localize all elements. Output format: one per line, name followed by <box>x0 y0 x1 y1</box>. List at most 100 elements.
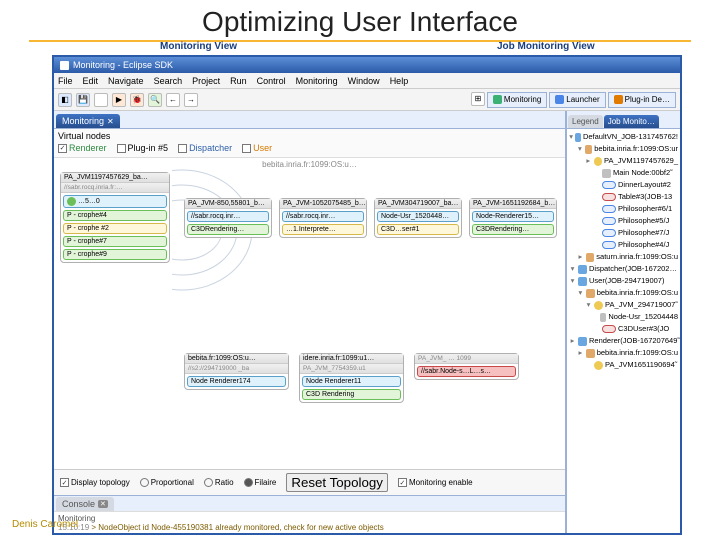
menu-monitoring[interactable]: Monitoring <box>296 76 338 86</box>
host-slot[interactable]: //sabr.Node-s…L…s… <box>417 366 516 377</box>
persp-monitoring[interactable]: Monitoring <box>487 92 547 108</box>
tree-node[interactable]: ▸Renderer(JOB-167207649̃ <box>569 335 678 347</box>
host-slot[interactable]: Node Renderer174 <box>187 376 286 387</box>
console-body: Monitoring 15:10:19 > NodeObject id Node… <box>54 511 565 533</box>
host-box[interactable]: PA_JVM-1651192684_b…Node-Renderer15…C3DR… <box>469 198 557 238</box>
tree-node[interactable]: ▾PA_JVM_294719007̃ <box>569 299 678 311</box>
tree-twisty-icon[interactable]: ▸ <box>585 155 592 167</box>
menu-edit[interactable]: Edit <box>83 76 99 86</box>
checkbox-icon <box>117 144 126 153</box>
menu-control[interactable]: Control <box>257 76 286 86</box>
host-slot[interactable]: C3D…ser#1 <box>377 224 459 235</box>
tree-twisty-icon[interactable]: ▾ <box>569 263 576 275</box>
tree-node[interactable]: Table#3(JOB-13 <box>569 191 678 203</box>
tree-node[interactable]: ▾User(JOB-294719007) <box>569 275 678 287</box>
tree-twisty-icon[interactable]: ▸ <box>569 335 576 347</box>
tree-twisty-icon[interactable]: ▾ <box>577 287 584 299</box>
tree-label: C3DUser#3(JO <box>618 323 669 335</box>
tree-node[interactable]: ▾Dispatcher(JOB-167202… <box>569 263 678 275</box>
tree-twisty-icon[interactable]: ▸ <box>577 347 584 359</box>
job-tree[interactable]: ▾DefaultVN_JOB-131745762!▾bebita.inria.f… <box>567 129 680 533</box>
tree-node[interactable]: Philosophe#5/J <box>569 215 678 227</box>
left-view-tabs: Monitoring ✕ <box>54 111 565 129</box>
console-close-icon[interactable]: ✕ <box>98 500 108 508</box>
menu-window[interactable]: Window <box>348 76 380 86</box>
menu-navigate[interactable]: Navigate <box>108 76 144 86</box>
tool-save-icon[interactable]: 💾 <box>76 93 90 107</box>
menu-help[interactable]: Help <box>390 76 409 86</box>
tab-monitoring[interactable]: Monitoring ✕ <box>56 114 120 128</box>
tree-twisty-icon[interactable]: ▾ <box>569 275 576 287</box>
host-slot[interactable]: P - crophe#7 <box>63 236 167 247</box>
tool-debug-icon[interactable]: 🐞 <box>130 93 144 107</box>
tree-node[interactable]: Philosophe#7/J <box>569 227 678 239</box>
radio-ratio[interactable]: Ratio <box>204 478 234 487</box>
tree-node[interactable]: ▸bebita.inria.fr:1099:OS:u <box>569 347 678 359</box>
host-slot[interactable]: P - crophe#4 <box>63 210 167 221</box>
tree-node[interactable]: ▾bebita.inria.fr:1099:OS:u <box>569 287 678 299</box>
tree-node[interactable]: Philosopher#6/1 <box>569 203 678 215</box>
check-renderer[interactable]: Renderer <box>58 143 107 153</box>
radio-proportional[interactable]: Proportional <box>140 478 194 487</box>
persp-launcher[interactable]: Launcher <box>549 92 605 108</box>
close-icon[interactable]: ✕ <box>107 117 114 126</box>
tree-node[interactable]: C3DUser#3(JO <box>569 323 678 335</box>
tree-twisty-icon[interactable]: ▾ <box>577 143 583 155</box>
persp-plugin[interactable]: Plug-in De… <box>608 92 676 108</box>
host-box[interactable]: PA_JVM-850,55801_b…//sabr.rocq.inr…C3DRe… <box>184 198 272 238</box>
titlebar[interactable]: Monitoring - Eclipse SDK <box>54 57 680 73</box>
host-box[interactable]: PA_JVM-1052075485_b…//sabr.rocq.inr……1.I… <box>279 198 367 238</box>
tab-console[interactable]: Console ✕ <box>56 497 114 511</box>
tree-node[interactable]: ▾DefaultVN_JOB-131745762! <box>569 131 678 143</box>
check-user[interactable]: User <box>242 143 272 153</box>
host-box[interactable]: PA_JVM_ … 1099//sabr.Node-s…L…s… <box>414 353 519 380</box>
tree-node[interactable]: Node-Usr_15204448 <box>569 311 678 323</box>
host-slot[interactable]: Node-Usr_1520448… <box>377 211 459 222</box>
tree-node[interactable]: ▸PA_JVM1197457629_ <box>569 155 678 167</box>
tool-nav-fwd-icon[interactable]: → <box>184 93 198 107</box>
tree-node[interactable]: PA_JVM1651190694̃ <box>569 359 678 371</box>
check-plugin5[interactable]: Plug-in #5 <box>117 143 169 153</box>
tree-node[interactable]: DinnerLayout#2 <box>569 179 678 191</box>
check-dispatcher[interactable]: Dispatcher <box>178 143 232 153</box>
check-monitoring-enable[interactable]: Monitoring enable <box>398 478 473 487</box>
tool-nav-back-icon[interactable]: ← <box>166 93 180 107</box>
tool-search-icon[interactable]: 🔍 <box>148 93 162 107</box>
tree-twisty-icon[interactable]: ▾ <box>569 131 573 143</box>
host-slot[interactable]: P - crophe #2 <box>63 223 167 234</box>
tab-legend[interactable]: Legend <box>568 115 603 128</box>
host-box[interactable]: idere.inria.fr:1099:u1…PA_JVM_7754359.u1… <box>299 353 404 403</box>
host-slot[interactable]: P - crophe#9 <box>63 249 167 260</box>
tree-node[interactable]: Philosophe#4/J <box>569 239 678 251</box>
menu-run[interactable]: Run <box>230 76 247 86</box>
tree-node[interactable]: ▾bebita.inria.fr:1099:OS:ur <box>569 143 678 155</box>
host-slot[interactable]: Node-Renderer15… <box>472 211 554 222</box>
menu-project[interactable]: Project <box>192 76 220 86</box>
radio-filaire[interactable]: Filaire <box>244 478 277 487</box>
tool-run-icon[interactable]: ▶ <box>112 93 126 107</box>
host-box[interactable]: PA_JVM304719007_ba…Node-Usr_1520448…C3D…… <box>374 198 462 238</box>
host-slot[interactable]: …5…0 <box>63 195 167 208</box>
check-display-topology[interactable]: Display topology <box>60 478 130 487</box>
persp-monitoring-label: Monitoring <box>504 95 541 104</box>
menu-file[interactable]: File <box>58 76 73 86</box>
host-slot[interactable]: //sabr.rocq.inr… <box>282 211 364 222</box>
host-box-main[interactable]: PA_JVM1197457629_ba… //sabr.rocq.inria.f… <box>60 172 170 263</box>
host-slot[interactable]: //sabr.rocq.inr… <box>187 211 269 222</box>
host-slot[interactable]: C3DRendering… <box>472 224 554 235</box>
tree-twisty-icon[interactable]: ▾ <box>585 299 592 311</box>
tree-node[interactable]: Main Node:00bf2̃ <box>569 167 678 179</box>
topology-canvas[interactable]: bebita.inria.fr:1099:OS:u… PA_JVM1197457… <box>54 158 565 469</box>
host-slot[interactable]: Node Renderer11 <box>302 376 401 387</box>
tool-new-icon[interactable]: ◧ <box>58 93 72 107</box>
tree-twisty-icon[interactable]: ▸ <box>577 251 584 263</box>
host-slot[interactable]: C3D Rendering <box>302 389 401 400</box>
menu-search[interactable]: Search <box>154 76 183 86</box>
tab-job-monitoring[interactable]: Job Monito… <box>604 115 659 128</box>
host-slot[interactable]: C3DRendering… <box>187 224 269 235</box>
open-perspective-icon[interactable]: ⊞ <box>471 92 485 106</box>
host-box[interactable]: bebita.fr:1099:OS:u…//s2://294719000 _ba… <box>184 353 289 390</box>
host-slot[interactable]: …1.Interprete… <box>282 224 364 235</box>
tree-node[interactable]: ▸saturn.inria.fr:1099:OS:u <box>569 251 678 263</box>
reset-topology-button[interactable]: Reset Topology <box>286 473 388 492</box>
